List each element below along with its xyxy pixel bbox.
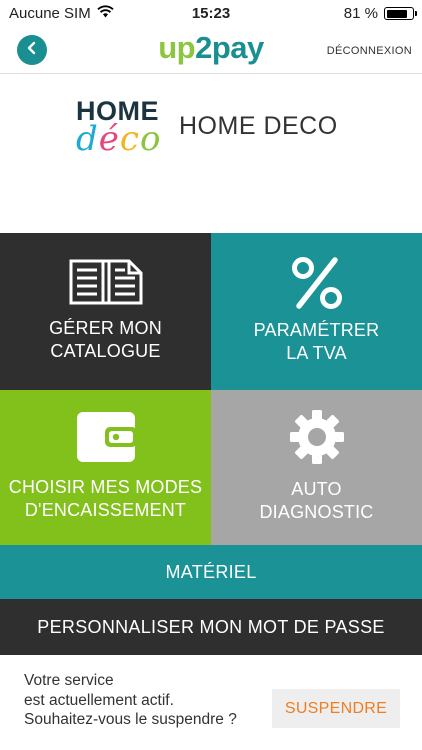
wallet-icon bbox=[0, 410, 211, 464]
tile-auto-diagnostic[interactable]: AUTO DIAGNOSTIC bbox=[211, 390, 422, 545]
app-header: up2pay DÉCONNEXION bbox=[0, 28, 422, 74]
suspend-button[interactable]: SUSPENDRE bbox=[272, 689, 400, 728]
merchant-logo-letter: d bbox=[76, 119, 99, 159]
merchant-logo-letter: é bbox=[98, 119, 120, 159]
catalog-book-icon bbox=[0, 258, 211, 306]
merchant-section: HOME déco HOME DECO bbox=[0, 74, 422, 232]
merchant-logo: HOME déco bbox=[76, 98, 164, 158]
customize-password-label: PERSONNALISER MON MOT DE PASSE bbox=[37, 616, 385, 637]
gear-icon bbox=[211, 408, 422, 466]
battery-level bbox=[386, 9, 407, 18]
merchant-logo-letter: o bbox=[139, 119, 162, 159]
merchant-name: HOME DECO bbox=[179, 112, 338, 140]
tile-configure-vat[interactable]: PARAMÉTRER LA TVA bbox=[211, 233, 422, 390]
merchant-logo-bottom: déco bbox=[76, 122, 164, 156]
service-status-line-2: est actuellement actif. bbox=[24, 691, 174, 709]
customize-password-button[interactable]: PERSONNALISER MON MOT DE PASSE bbox=[0, 599, 422, 655]
tile-label: GÉRER MON CATALOGUE bbox=[49, 318, 162, 361]
service-status-line-3: Souhaitez-vous le suspendre ? bbox=[24, 711, 237, 728]
tile-label: AUTO DIAGNOSTIC bbox=[259, 479, 374, 522]
tile-label: CHOISIR MES MODES D'ENCAISSEMENT bbox=[8, 477, 203, 520]
tile-manage-catalog[interactable]: GÉRER MON CATALOGUE bbox=[0, 233, 211, 390]
material-button[interactable]: MATÉRIEL bbox=[0, 545, 422, 599]
service-status-text: Votre service est actuellement actif. So… bbox=[24, 671, 237, 730]
battery-percent: 81 % bbox=[343, 5, 378, 22]
service-status-line-1: Votre service bbox=[24, 672, 114, 689]
brand-part-2: 2pay bbox=[195, 30, 264, 65]
merchant-logo-letter: c bbox=[119, 119, 140, 159]
material-label: MATÉRIEL bbox=[165, 561, 257, 582]
logout-button[interactable]: DÉCONNEXION bbox=[327, 45, 412, 57]
tile-payment-modes[interactable]: CHOISIR MES MODES D'ENCAISSEMENT bbox=[0, 390, 211, 545]
battery-icon bbox=[384, 7, 417, 20]
status-right: 81 % bbox=[343, 5, 417, 22]
tile-label: PARAMÉTRER LA TVA bbox=[253, 320, 380, 363]
percent-icon bbox=[211, 255, 422, 311]
status-bar: Aucune SIM 15:23 81 % bbox=[0, 0, 422, 28]
brand-part-1: up bbox=[158, 30, 196, 65]
